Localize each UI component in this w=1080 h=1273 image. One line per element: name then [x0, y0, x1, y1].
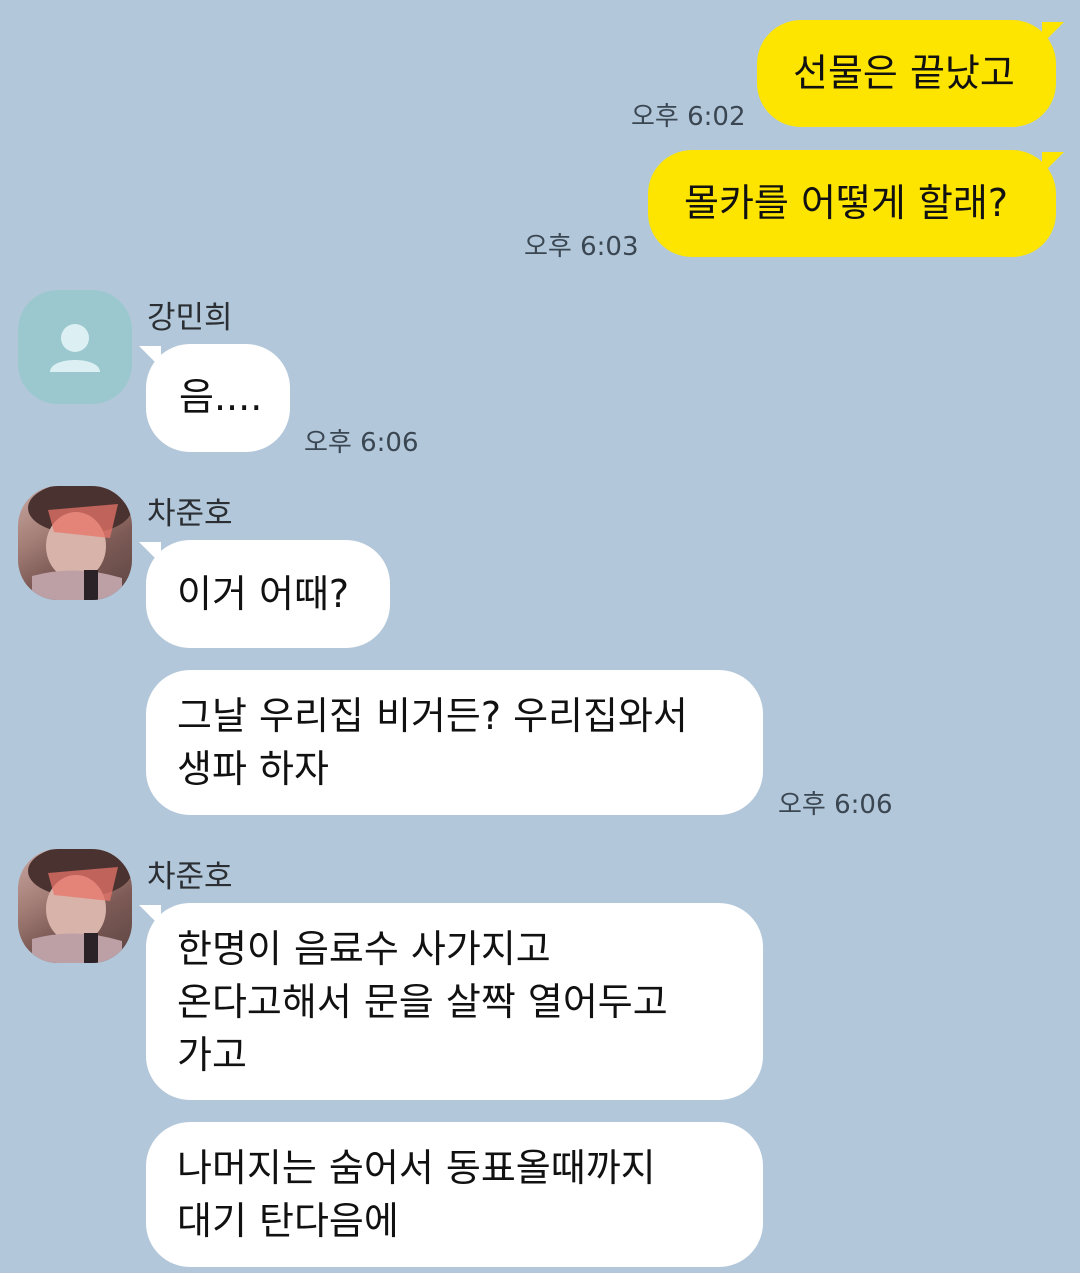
incoming-message-bubble[interactable]: 이거 어때? — [146, 540, 390, 648]
message-text-line: 온다고해서 문을 살짝 열어두고 — [177, 980, 668, 1024]
bubble-tail — [139, 905, 161, 927]
profile-photo — [28, 849, 132, 963]
outgoing-message-bubble[interactable]: 몰카를 어떻게 할래? — [648, 150, 1056, 257]
incoming-message-bubble[interactable]: 한명이 음료수 사가지고 온다고해서 문을 살짝 열어두고 가고 — [146, 903, 763, 1100]
sender-name: 차준호 — [147, 859, 233, 895]
bubble-tail — [139, 542, 161, 564]
message-text-line: 생파 하자 — [177, 747, 329, 791]
outgoing-message-bubble[interactable]: 선물은 끝났고 — [757, 20, 1056, 127]
message-text-line: 한명이 음료수 사가지고 — [177, 927, 551, 971]
message-text: 음.... — [179, 375, 263, 419]
bubble-tail — [1042, 22, 1064, 44]
incoming-message-bubble[interactable]: 나머지는 숨어서 동표올때까지 대기 탄다음에 — [146, 1122, 763, 1267]
profile-photo — [28, 486, 132, 600]
incoming-message-bubble[interactable]: 그날 우리집 비거든? 우리집와서 생파 하자 — [146, 670, 763, 815]
message-text: 선물은 끝났고 — [793, 51, 1015, 95]
profile-avatar[interactable] — [18, 849, 132, 963]
message-time: 오후 6:03 — [524, 232, 639, 262]
message-text: 이거 어때? — [177, 572, 350, 616]
bubble-tail — [1042, 152, 1064, 174]
profile-avatar[interactable] — [18, 486, 132, 600]
profile-avatar[interactable] — [18, 290, 132, 404]
message-text-line: 가고 — [177, 1033, 247, 1077]
sender-name: 강민희 — [147, 300, 233, 336]
incoming-message-bubble[interactable]: 음.... — [146, 344, 290, 452]
message-text-line: 나머지는 숨어서 동표올때까지 — [177, 1146, 656, 1190]
default-profile-icon — [50, 324, 100, 372]
sender-name: 차준호 — [147, 496, 233, 532]
message-text-line: 대기 탄다음에 — [177, 1199, 399, 1243]
bubble-tail — [139, 346, 161, 368]
message-time: 오후 6:06 — [304, 428, 419, 458]
message-time: 오후 6:02 — [631, 102, 746, 132]
message-text-line: 그날 우리집 비거든? 우리집와서 — [177, 694, 688, 738]
message-text: 몰카를 어떻게 할래? — [684, 181, 1009, 225]
message-time: 오후 6:06 — [778, 790, 893, 820]
